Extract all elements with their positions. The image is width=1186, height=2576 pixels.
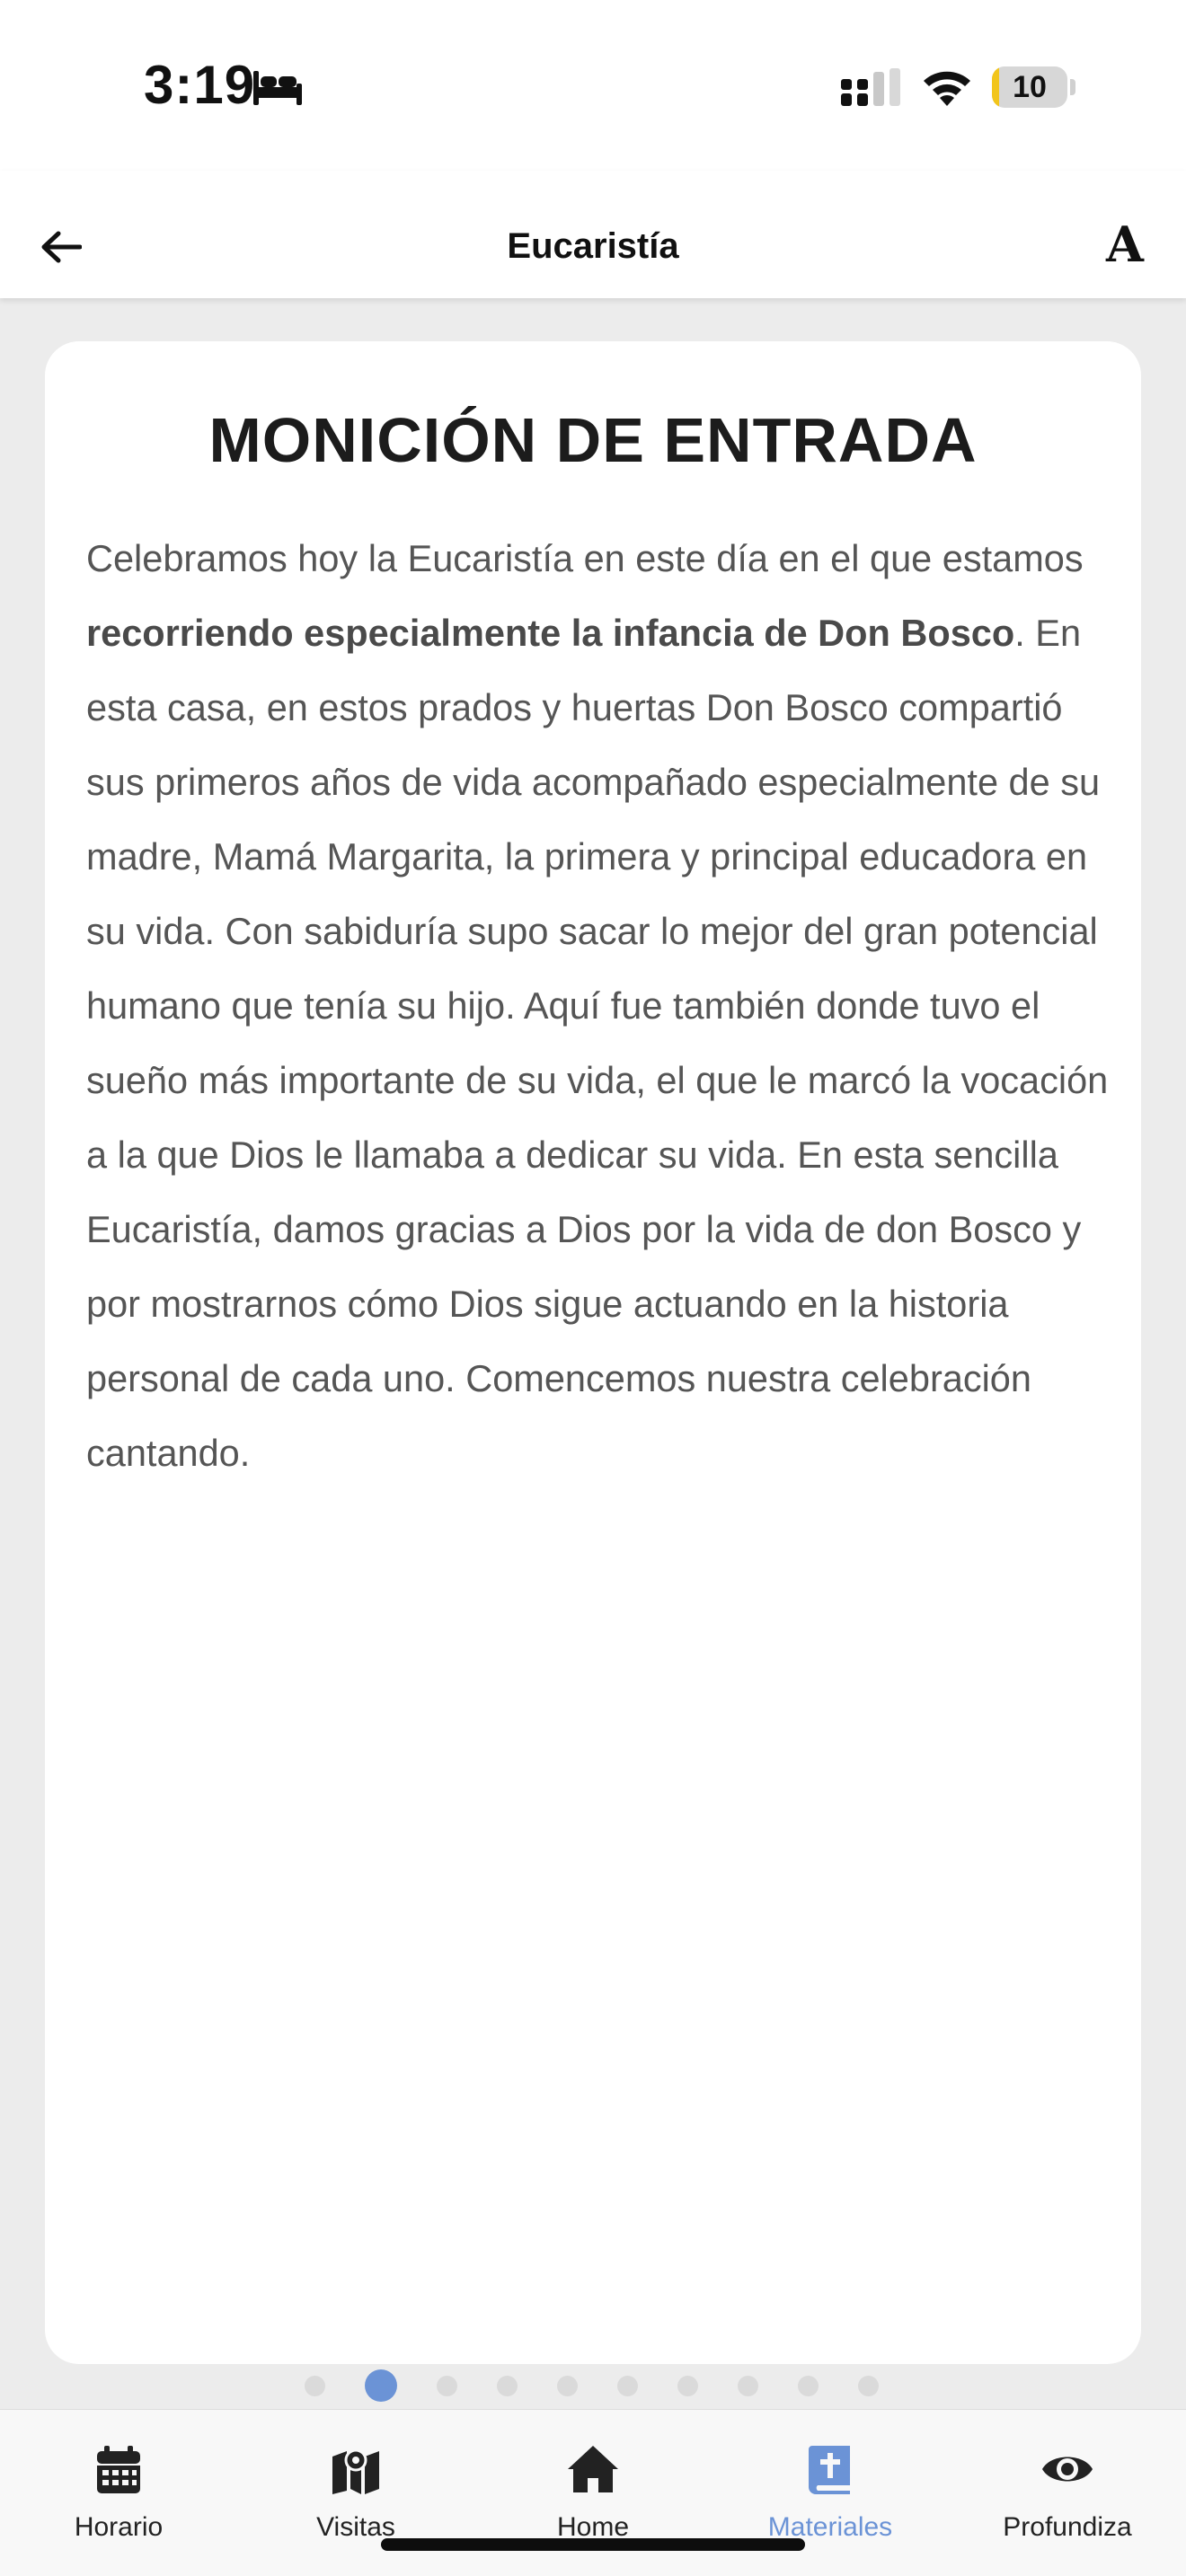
bed-icon — [253, 71, 302, 105]
body-text-end: . En esta casa, en estos prados y huerta… — [86, 612, 1109, 1474]
page-title: Eucaristía — [507, 226, 679, 266]
tab-visitas[interactable]: Visitas — [237, 2410, 474, 2576]
status-time: 3:19 — [144, 55, 256, 115]
cellular-signal-icon — [841, 68, 900, 106]
page-dot[interactable] — [677, 2375, 698, 2396]
tab-profundiza[interactable]: Profundiza — [949, 2410, 1186, 2576]
tab-horario[interactable]: Horario — [0, 2410, 237, 2576]
page-dot[interactable] — [857, 2375, 879, 2396]
eye-icon — [1042, 2457, 1093, 2482]
bible-icon — [809, 2446, 850, 2494]
page-dot-active[interactable] — [364, 2369, 397, 2402]
calendar-icon — [97, 2446, 140, 2493]
battery-level: 10 — [1013, 69, 1047, 104]
body-text-bold: recorriendo especialmente la infancia de… — [86, 612, 1015, 654]
page-dot[interactable] — [304, 2375, 325, 2396]
tab-home[interactable]: Home — [474, 2410, 712, 2576]
page-dot[interactable] — [737, 2375, 758, 2396]
tab-label: Horario — [74, 2512, 164, 2542]
body-text-start: Celebramos hoy la Eucaristía en este día… — [86, 537, 1084, 579]
page-dot[interactable] — [556, 2375, 578, 2396]
map-icon — [332, 2448, 379, 2494]
page-dot[interactable] — [496, 2375, 518, 2396]
page-dot[interactable] — [797, 2375, 819, 2396]
battery-cap — [1070, 79, 1075, 95]
tab-label: Profundiza — [1003, 2512, 1132, 2542]
home-icon — [568, 2446, 618, 2492]
home-indicator[interactable] — [381, 2538, 805, 2551]
app-header: Eucaristía A — [0, 171, 1186, 298]
font-size-button[interactable]: A — [1100, 216, 1150, 273]
page-indicator[interactable] — [0, 2369, 1186, 2402]
battery-icon: 10 — [992, 66, 1067, 108]
card-title: MONICIÓN DE ENTRADA — [208, 405, 978, 475]
tab-materiales[interactable]: Materiales — [712, 2410, 949, 2576]
card-body-text: Celebramos hoy la Eucaristía en este día… — [86, 521, 1111, 1490]
status-bar: 3:19 10 — [0, 0, 1186, 171]
page-dot[interactable] — [616, 2375, 638, 2396]
content-card: MONICIÓN DE ENTRADA Celebramos hoy la Eu… — [45, 341, 1141, 2364]
bottom-tab-bar: Horario Visitas Home Materiales Profundi… — [0, 2409, 1186, 2576]
page-dot[interactable] — [436, 2375, 457, 2396]
wifi-icon — [924, 71, 970, 106]
